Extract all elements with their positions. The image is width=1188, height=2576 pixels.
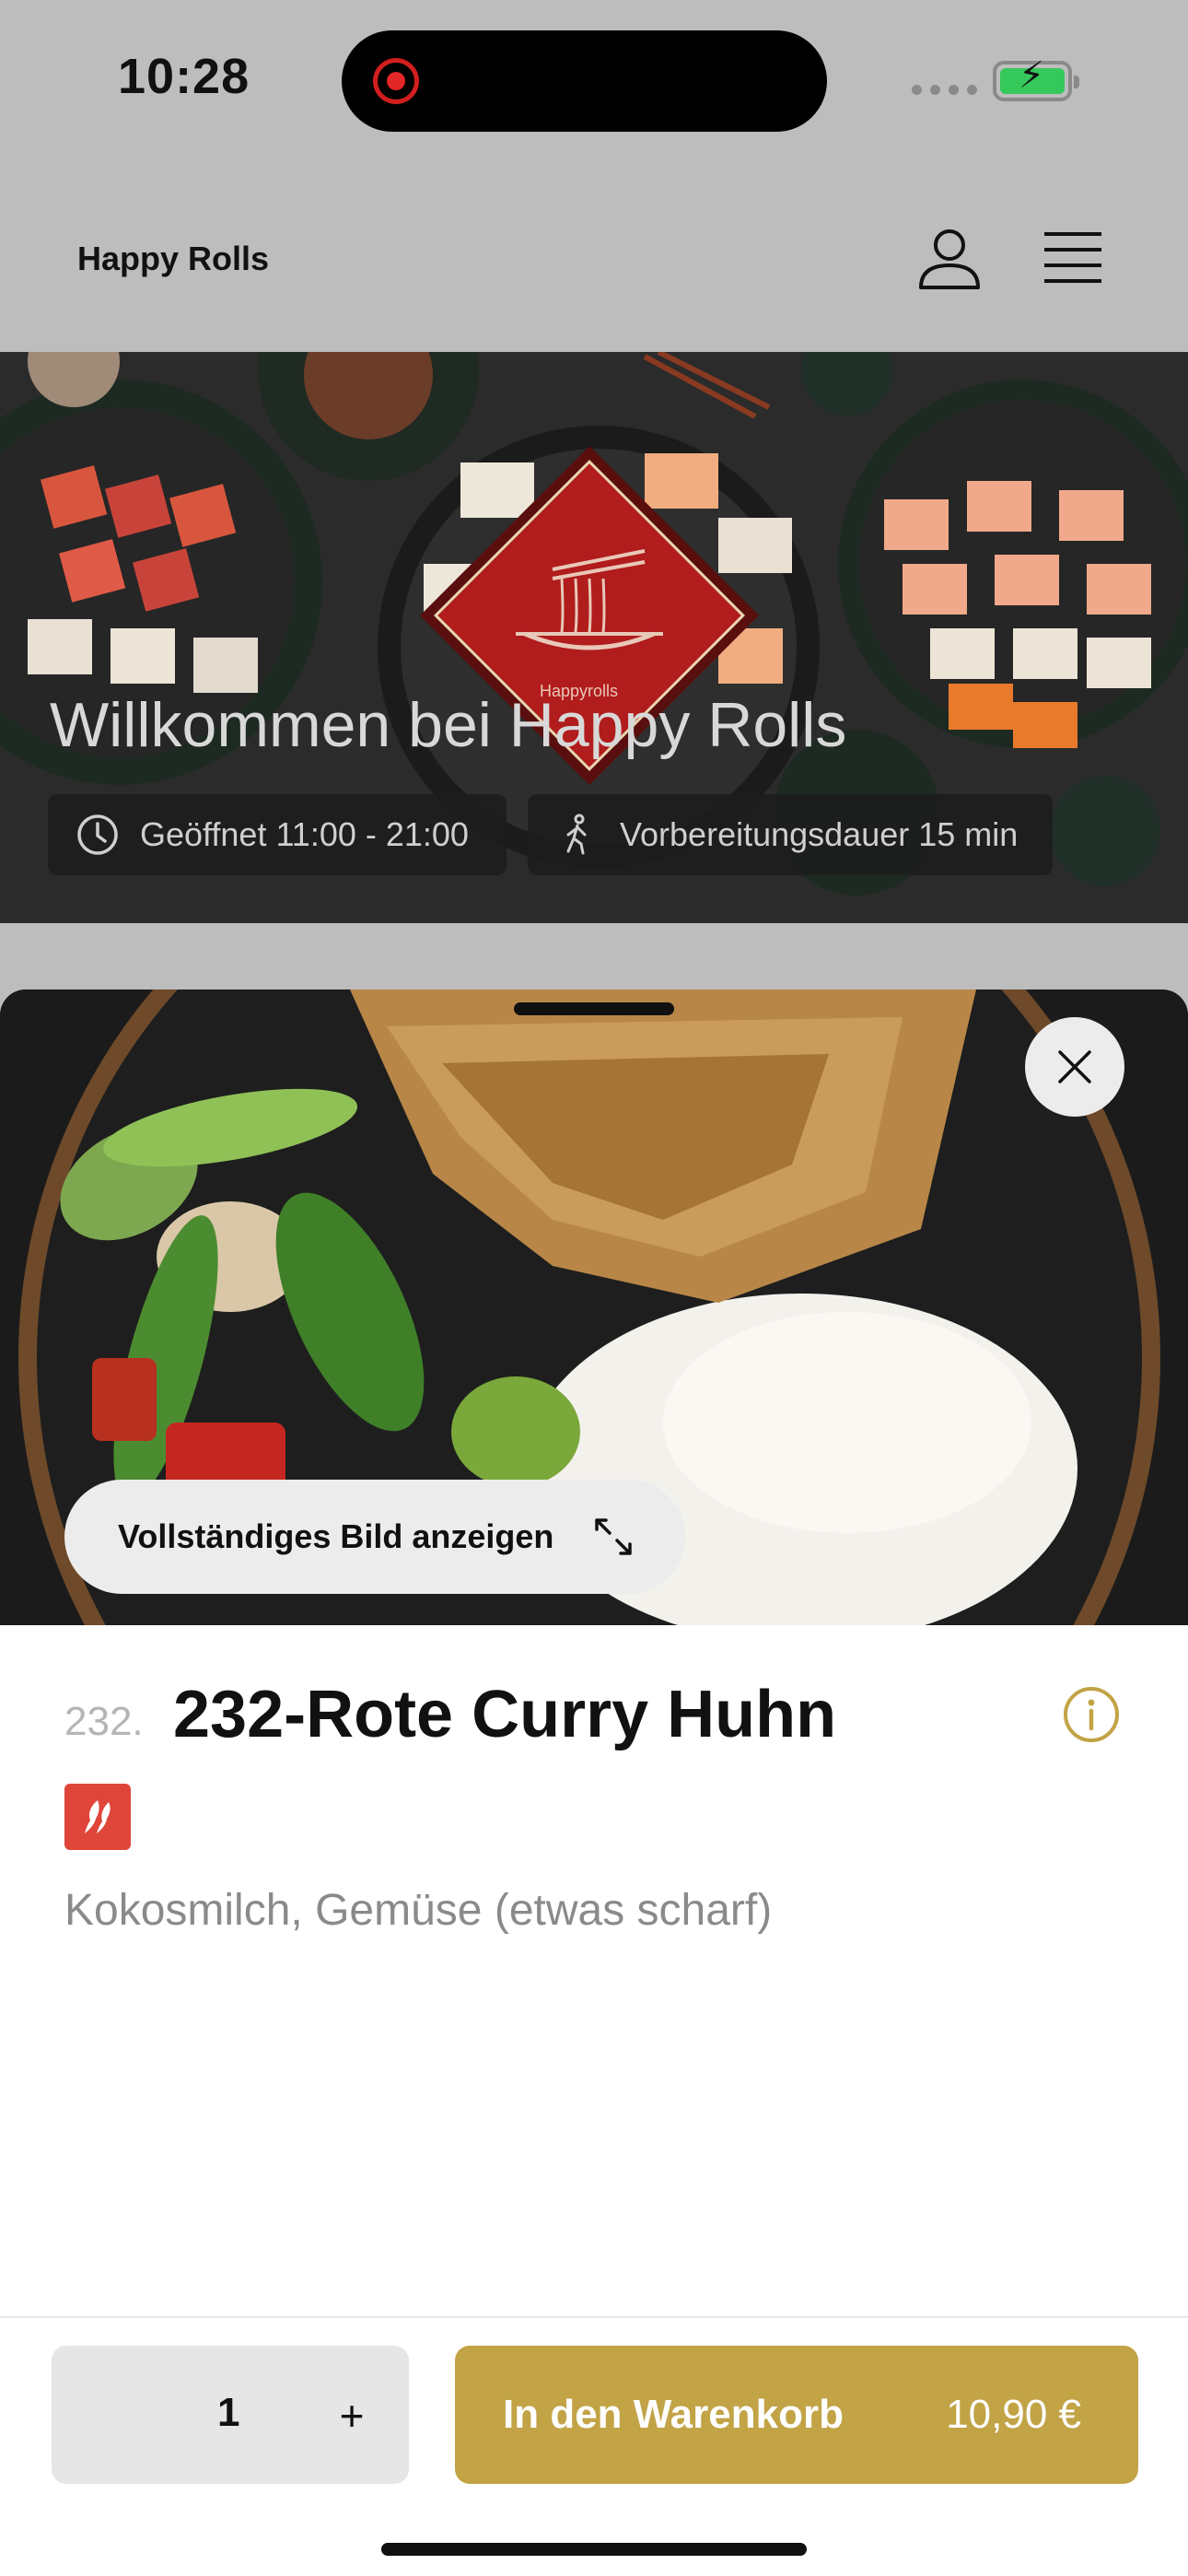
menu-icon[interactable] bbox=[1042, 230, 1103, 286]
app-header: Happy Rolls bbox=[0, 166, 1188, 352]
prep-time-badge: Vorbereitungsdauer 15 min bbox=[528, 794, 1053, 875]
dynamic-island bbox=[342, 30, 827, 132]
hero-title: Willkommen bei Happy Rolls bbox=[50, 690, 847, 760]
battery-icon: ⚡ bbox=[993, 57, 1079, 101]
footer-divider bbox=[0, 2316, 1188, 2318]
show-full-image-button[interactable]: Vollständiges Bild anzeigen bbox=[64, 1480, 685, 1594]
signal-icon bbox=[912, 85, 977, 95]
close-button[interactable] bbox=[1025, 1017, 1124, 1117]
spicy-badge bbox=[64, 1784, 131, 1850]
brand-name[interactable]: Happy Rolls bbox=[77, 240, 269, 278]
status-bar: 10:28 ⚡ bbox=[0, 0, 1188, 166]
hero-banner: Happyrolls Willkommen bei Happy Rolls Ge… bbox=[0, 352, 1188, 923]
recording-indicator-icon bbox=[373, 58, 419, 104]
expand-icon bbox=[595, 1518, 632, 1555]
price-label: 10,90 € bbox=[946, 2392, 1081, 2437]
chili-icon bbox=[85, 1800, 111, 1833]
quantity-stepper[interactable]: 1 + bbox=[52, 2346, 409, 2484]
product-number: 232. bbox=[64, 1699, 144, 1744]
sheet-grabber[interactable] bbox=[514, 1002, 674, 1015]
product-title: 232-Rote Curry Huhn bbox=[173, 1678, 837, 1751]
walking-icon bbox=[566, 814, 587, 855]
quantity-value: 1 bbox=[217, 2390, 240, 2435]
close-icon bbox=[1058, 1050, 1091, 1083]
show-full-image-label: Vollständiges Bild anzeigen bbox=[118, 1517, 554, 1555]
status-time: 10:28 bbox=[118, 49, 250, 104]
increment-button[interactable]: + bbox=[326, 2379, 378, 2453]
home-indicator[interactable] bbox=[381, 2543, 807, 2556]
clock-icon bbox=[77, 814, 118, 855]
product-sheet: Vollständiges Bild anzeigen 232. 232-Rot… bbox=[0, 989, 1188, 2576]
opening-hours-text: Geöffnet 11:00 - 21:00 bbox=[140, 815, 469, 853]
opening-hours-badge: Geöffnet 11:00 - 21:00 bbox=[48, 794, 507, 875]
add-to-cart-button[interactable]: In den Warenkorb 10,90 € bbox=[455, 2346, 1138, 2484]
product-description: Kokosmilch, Gemüse (etwas scharf) bbox=[64, 1886, 773, 1935]
info-icon[interactable] bbox=[1063, 1686, 1120, 1743]
user-icon[interactable] bbox=[915, 225, 984, 293]
add-to-cart-label: In den Warenkorb bbox=[503, 2392, 844, 2437]
product-image: Vollständiges Bild anzeigen bbox=[0, 989, 1188, 1625]
prep-time-text: Vorbereitungsdauer 15 min bbox=[620, 815, 1019, 853]
